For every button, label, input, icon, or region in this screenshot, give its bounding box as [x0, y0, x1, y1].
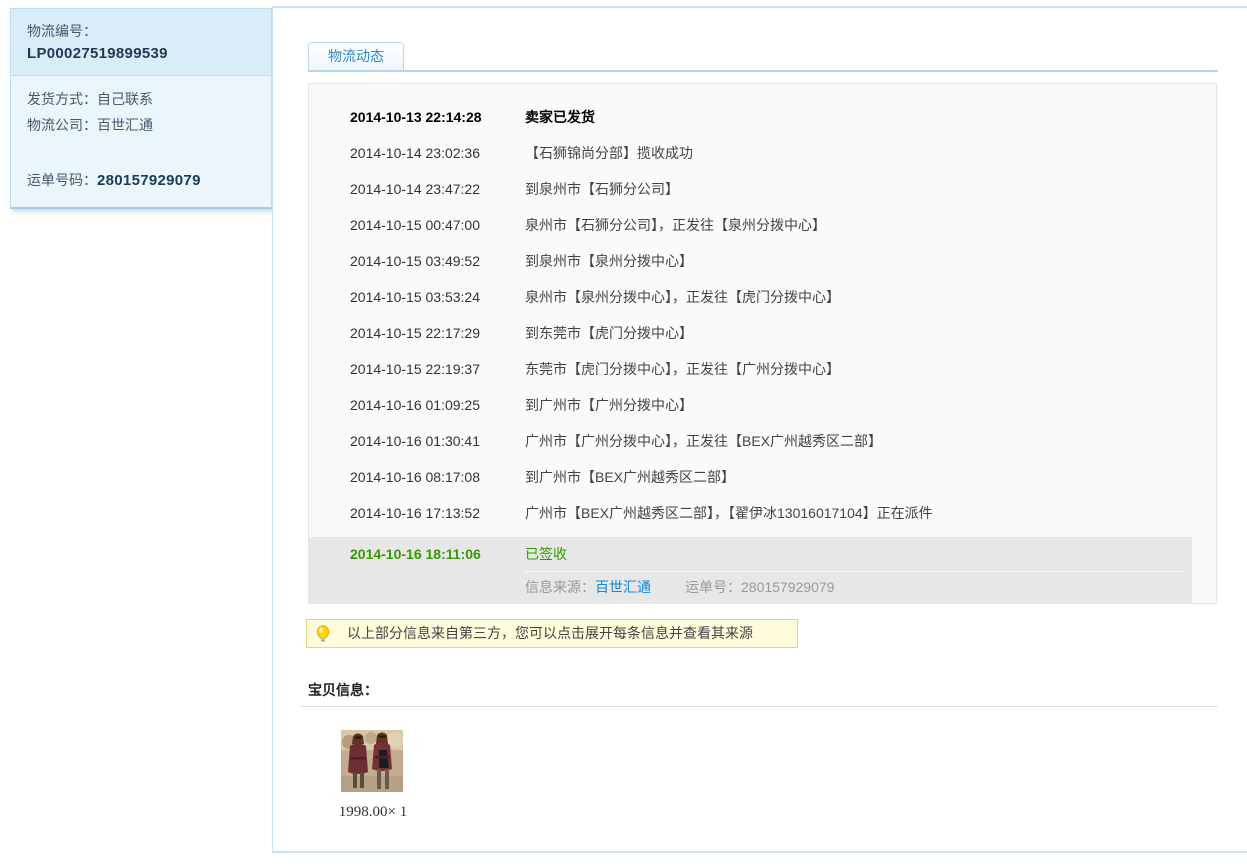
event-desc: 到泉州市【石狮分公司】	[525, 177, 1208, 202]
event-time: 2014-10-16 01:30:41	[350, 429, 500, 454]
event-desc: 泉州市【石狮分公司】，正发往【泉州分拨中心】	[525, 213, 1208, 238]
event-desc: 广州市【广州分拨中心】，正发往【BEX广州越秀区二部】	[525, 429, 1208, 454]
event-desc: 【石狮锦尚分部】揽收成功	[525, 141, 1208, 166]
lightbulb-icon	[316, 625, 330, 643]
event-time: 2014-10-13 22:14:28	[350, 105, 500, 130]
tracking-event-row[interactable]: 2014-10-15 22:19:37 东莞市【虎门分拨中心】，正发往【广州分拨中…	[309, 357, 1216, 382]
info-source-label: 信息来源：	[525, 579, 595, 595]
shipping-method-line: 发货方式：自己联系	[27, 86, 255, 112]
final-status-row: 2014-10-16 18:11:06 已签收	[309, 537, 1192, 571]
logistics-company-value: 百世汇通	[97, 117, 153, 133]
event-desc: 到广州市【BEX广州越秀区二部】	[525, 465, 1208, 490]
tracking-event-row[interactable]: 2014-10-14 23:02:36 【石狮锦尚分部】揽收成功	[309, 141, 1216, 166]
tracking-event-row[interactable]: 2014-10-15 22:17:29 到东莞市【虎门分拨中心】	[309, 321, 1216, 346]
event-time: 2014-10-16 01:09:25	[350, 393, 500, 418]
product-price-qty: 1998.00× 1	[323, 804, 423, 821]
waybill-inline-value: 280157929079	[741, 579, 834, 595]
final-status-text: 已签收	[525, 537, 567, 571]
event-desc: 到广州市【广州分拨中心】	[525, 393, 1208, 418]
logistics-company-line: 物流公司：百世汇通	[27, 112, 255, 138]
tab-logistics-updates[interactable]: 物流动态	[308, 42, 404, 70]
event-desc: 到东莞市【虎门分拨中心】	[525, 321, 1208, 346]
notice-text: 以上部分信息来自第三方，您可以点击展开每条信息并查看其来源	[347, 620, 753, 647]
waybill-inline-label: 运单号：	[685, 579, 741, 595]
goods-divider	[301, 706, 1218, 707]
tracking-event-row[interactable]: 2014-10-15 03:49:52 到泉州市【泉州分拨中心】	[309, 249, 1216, 274]
final-status-block[interactable]: 2014-10-16 18:11:06 已签收 信息来源：百世汇通 运单号：280…	[309, 537, 1192, 604]
event-desc: 广州市【BEX广州越秀区二部】，【翟伊冰13016017104】正在派件	[525, 501, 1208, 526]
event-time: 2014-10-14 23:02:36	[350, 141, 500, 166]
tracking-event-row[interactable]: 2014-10-13 22:14:28 卖家已发货	[309, 105, 1216, 130]
event-desc: 泉州市【泉州分拨中心】，正发往【虎门分拨中心】	[525, 285, 1208, 310]
tracking-event-row[interactable]: 2014-10-16 08:17:08 到广州市【BEX广州越秀区二部】	[309, 465, 1216, 490]
tracking-event-row[interactable]: 2014-10-15 00:47:00 泉州市【石狮分公司】，正发往【泉州分拨中心…	[309, 213, 1216, 238]
event-time: 2014-10-16 08:17:08	[350, 465, 500, 490]
logistics-summary-box: 物流编号： LP00027519899539 发货方式：自己联系 物流公司：百世…	[10, 8, 272, 209]
tracking-event-row[interactable]: 2014-10-16 01:09:25 到广州市【广州分拨中心】	[309, 393, 1216, 418]
event-time: 2014-10-15 22:17:29	[350, 321, 500, 346]
event-time: 2014-10-16 18:11:06	[350, 537, 500, 571]
tracking-list: 2014-10-13 22:14:28 卖家已发货 2014-10-14 23:02…	[309, 84, 1216, 526]
info-source-link[interactable]: 百世汇通	[595, 579, 651, 595]
event-time: 2014-10-15 03:53:24	[350, 285, 500, 310]
logistics-detail-panel: 物流动态 2014-10-13 22:14:28 卖家已发货 2014-10-14 …	[272, 6, 1247, 853]
shipping-info-section: 发货方式：自己联系 物流公司：百世汇通 运单号码：280157929079	[11, 76, 271, 207]
shipping-method-label: 发货方式：	[27, 91, 97, 107]
logistics-company-label: 物流公司：	[27, 117, 97, 133]
event-time: 2014-10-16 17:13:52	[350, 501, 500, 526]
tab-underline	[308, 70, 1218, 72]
logistics-number-value: LP00027519899539	[27, 42, 255, 66]
event-time: 2014-10-15 22:19:37	[350, 357, 500, 382]
waybill-inline: 运单号：280157929079	[685, 579, 834, 595]
logistics-number-label: 物流编号：	[27, 20, 255, 42]
event-desc: 卖家已发货	[525, 105, 1208, 130]
event-desc: 到泉州市【泉州分拨中心】	[525, 249, 1208, 274]
event-time: 2014-10-14 23:47:22	[350, 177, 500, 202]
third-party-notice: 以上部分信息来自第三方，您可以点击展开每条信息并查看其来源	[306, 619, 798, 648]
shipping-method-value: 自己联系	[97, 91, 153, 107]
goods-info-heading: 宝贝信息：	[308, 680, 378, 700]
event-desc: 东莞市【虎门分拨中心】，正发往【广州分拨中心】	[525, 357, 1208, 382]
tracking-event-row[interactable]: 2014-10-14 23:47:22 到泉州市【石狮分公司】	[309, 177, 1216, 202]
waybill-number-value: 280157929079	[97, 172, 201, 189]
tracking-event-row[interactable]: 2014-10-15 03:53:24 泉州市【泉州分拨中心】，正发往【虎门分拨中…	[309, 285, 1216, 310]
tracking-event-row[interactable]: 2014-10-16 17:13:52 广州市【BEX广州越秀区二部】，【翟伊冰1…	[309, 501, 1216, 526]
event-time: 2014-10-15 03:49:52	[350, 249, 500, 274]
tracking-event-row[interactable]: 2014-10-16 01:30:41 广州市【广州分拨中心】，正发往【BEX广州…	[309, 429, 1216, 454]
event-time: 2014-10-15 00:47:00	[350, 213, 500, 238]
product-thumbnail[interactable]	[341, 730, 403, 792]
waybill-number-line: 运单号码：280157929079	[27, 167, 255, 194]
info-source-row: 信息来源：百世汇通 运单号：280157929079	[309, 572, 1192, 604]
waybill-number-label: 运单号码：	[27, 172, 97, 188]
logistics-number-section: 物流编号： LP00027519899539	[11, 9, 271, 76]
tracking-timeline-panel: 2014-10-13 22:14:28 卖家已发货 2014-10-14 23:02…	[308, 83, 1217, 604]
